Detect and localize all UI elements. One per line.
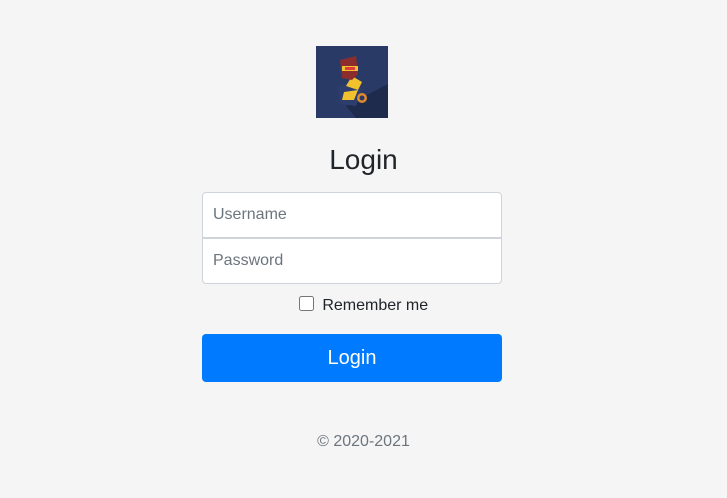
remember-me-label: Remember me [322,297,429,314]
password-input[interactable] [202,238,502,284]
username-input[interactable] [202,192,502,238]
remember-me-checkbox[interactable] [298,296,314,311]
remember-me-row: Remember me [0,296,727,316]
login-button[interactable]: Login [202,334,502,382]
login-title: Login [329,144,398,175]
login-page: Login Remember me Login © 2020-2021 [0,0,727,498]
app-logo-icon [316,46,388,118]
copyright-text: © 2020-2021 [317,433,410,450]
